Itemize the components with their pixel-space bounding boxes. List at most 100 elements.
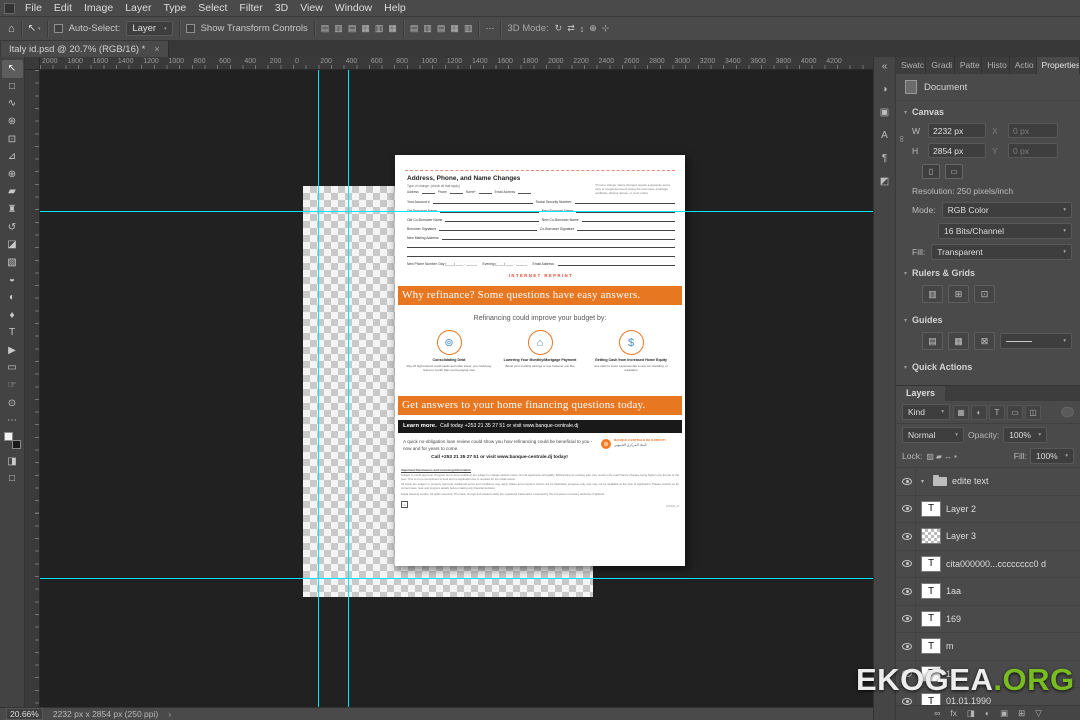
guide-vertical[interactable] — [318, 70, 319, 707]
distribute-bottom-icon[interactable]: ▤ — [437, 23, 446, 34]
layer-row[interactable]: Layer 3 — [896, 523, 1080, 551]
quick-actions-section-header[interactable]: Quick Actions — [896, 356, 1080, 375]
align-vertical-centers-icon[interactable]: ▥ — [375, 23, 384, 34]
visibility-toggle[interactable] — [899, 578, 916, 605]
pen-tool[interactable]: ♦ — [2, 306, 23, 324]
lock-transparent-pixels-icon[interactable]: ▨ — [925, 452, 935, 461]
menu-image[interactable]: Image — [78, 0, 119, 16]
align-top-edges-icon[interactable]: ▦ — [361, 23, 370, 34]
status-options-icon[interactable] — [168, 709, 171, 719]
panel-tab-properties[interactable]: Properties — [1036, 57, 1080, 74]
bit-depth-dropdown[interactable]: 16 Bits/Channel — [938, 223, 1072, 239]
foreground-color-swatch[interactable] — [3, 432, 13, 442]
landscape-orientation-icon[interactable] — [945, 164, 963, 179]
align-horizontal-centers-icon[interactable]: ▥ — [334, 23, 343, 34]
3d-drag-icon[interactable]: ↕ — [580, 24, 585, 34]
link-dimensions-icon[interactable] — [897, 136, 907, 142]
history-brush-tool[interactable]: ↺ — [2, 218, 23, 236]
width-field[interactable]: 2232 px — [928, 123, 986, 138]
panel-tab-patte[interactable]: Patte — [955, 57, 983, 74]
rulers-grids-section-header[interactable]: Rulers & Grids — [896, 262, 1080, 281]
panel-tab-actio[interactable]: Actio — [1010, 57, 1037, 74]
filter-shape-layers-icon[interactable]: ▭ — [1007, 404, 1023, 420]
chevron-down-icon[interactable]: ▾ — [921, 478, 928, 485]
edit-toolbar-icon[interactable]: ⋯ — [2, 412, 23, 430]
clone-stamp-tool[interactable]: ♜ — [2, 201, 23, 219]
guide-vertical[interactable] — [348, 70, 349, 707]
adjustment-layer-icon[interactable]: ◐ — [985, 708, 990, 718]
menu-filter[interactable]: Filter — [233, 0, 268, 16]
hand-tool[interactable]: ☞ — [2, 377, 23, 395]
canvas-section-header[interactable]: Canvas — [896, 101, 1080, 120]
layer-row[interactable]: ▾ edite text — [896, 468, 1080, 496]
menu-select[interactable]: Select — [192, 0, 233, 16]
zoom-tool[interactable]: ⊙ — [2, 394, 23, 412]
layer-effects-icon[interactable]: fx — [950, 708, 957, 718]
portrait-orientation-icon[interactable] — [922, 164, 940, 179]
path-selection-tool[interactable]: ▶ — [2, 342, 23, 360]
3d-slide-icon[interactable]: ⊕ — [589, 23, 597, 34]
home-icon[interactable]: ⌂ — [8, 23, 15, 35]
visibility-toggle[interactable] — [899, 468, 916, 495]
guide-layout-icon[interactable]: ▦ — [948, 332, 969, 350]
menu-type[interactable]: Type — [157, 0, 192, 16]
distribute-left-icon[interactable]: ▦ — [450, 23, 459, 34]
layer-row[interactable]: T 01.01.1990 — [896, 688, 1080, 705]
menu-3d[interactable]: 3D — [269, 0, 294, 16]
toggle-grid-icon[interactable]: ⊞ — [948, 285, 969, 303]
layer-mask-icon[interactable]: ◨ — [967, 708, 975, 719]
lock-image-pixels-icon[interactable]: ▰ — [935, 452, 943, 461]
lock-position-icon[interactable]: ↔ — [943, 452, 953, 461]
current-tool-icon[interactable]: ↖ — [28, 23, 41, 34]
clear-guides-icon[interactable]: ⊠ — [974, 332, 995, 350]
horizontal-ruler[interactable]: 2000 1800 1600 1400 1200 1000 800 600 400 200 0 200… — [40, 57, 873, 70]
adjustments-panel-icon[interactable]: ◑ — [881, 84, 887, 95]
align-right-edges-icon[interactable]: ▤ — [348, 23, 357, 34]
close-tab-icon[interactable] — [154, 44, 159, 54]
eraser-tool[interactable]: ◪ — [2, 236, 23, 254]
distribute-vertical-centers-icon[interactable]: ▥ — [423, 23, 432, 34]
new-guide-icon[interactable]: ▤ — [922, 332, 943, 350]
ruler-origin-corner[interactable] — [25, 57, 40, 70]
paragraph-panel-icon[interactable]: ¶ — [882, 153, 887, 164]
link-layers-icon[interactable]: ∞ — [934, 708, 940, 718]
guide-style-dropdown[interactable] — [1000, 333, 1072, 349]
layer-filter-kind-dropdown[interactable]: Kind — [902, 404, 950, 420]
3d-scale-icon[interactable]: ⊹ — [602, 23, 610, 34]
layer-row[interactable]: T 1aa — [896, 578, 1080, 606]
shape-tool[interactable]: ▭ — [2, 359, 23, 377]
delete-layer-icon[interactable]: ▽ — [1035, 708, 1042, 719]
layer-row[interactable]: T 169 — [896, 605, 1080, 633]
visibility-toggle[interactable] — [899, 633, 916, 660]
toggle-rulers-icon[interactable]: ▥ — [922, 285, 943, 303]
background-color-swatch[interactable] — [11, 440, 21, 450]
menu-layer[interactable]: Layer — [119, 0, 157, 16]
toggle-pixel-grid-icon[interactable]: ⊡ — [974, 285, 995, 303]
visibility-toggle[interactable] — [899, 605, 916, 632]
type-tool[interactable]: T — [2, 324, 23, 342]
menu-help[interactable]: Help — [378, 0, 412, 16]
move-tool[interactable]: ↖ — [1, 60, 23, 78]
healing-brush-tool[interactable]: ⊕ — [2, 166, 23, 184]
layer-row[interactable]: T Layer 2 — [896, 495, 1080, 523]
character-panel-icon[interactable]: A — [881, 130, 888, 141]
guide-horizontal[interactable] — [40, 578, 873, 579]
filter-toggle-icon[interactable] — [1061, 407, 1074, 417]
vertical-ruler[interactable] — [25, 70, 40, 707]
collapse-panels-icon[interactable]: « — [882, 61, 888, 72]
filter-type-layers-icon[interactable]: T — [989, 404, 1005, 420]
color-mode-dropdown[interactable]: RGB Color — [941, 202, 1072, 218]
guide-horizontal[interactable] — [40, 211, 873, 212]
styles-panel-icon[interactable]: ▣ — [880, 107, 889, 118]
quick-selection-tool[interactable]: ⊛ — [2, 113, 23, 131]
panel-tab-histo[interactable]: Histo — [982, 57, 1010, 74]
quick-mask-icon[interactable]: ◨ — [2, 452, 23, 470]
libraries-panel-icon[interactable]: ◩ — [880, 176, 889, 187]
distribute-horizontal-centers-icon[interactable]: ▥ — [464, 23, 473, 34]
zoom-level-field[interactable]: 20.66% — [6, 708, 43, 720]
screen-mode-icon[interactable]: □ — [2, 470, 23, 488]
3d-roll-icon[interactable]: ⇄ — [567, 23, 575, 34]
opacity-dropdown[interactable]: 100% — [1003, 427, 1048, 443]
layer-group-icon[interactable]: ▣ — [1000, 708, 1008, 719]
filter-adjustment-layers-icon[interactable]: ◐ — [971, 404, 987, 420]
